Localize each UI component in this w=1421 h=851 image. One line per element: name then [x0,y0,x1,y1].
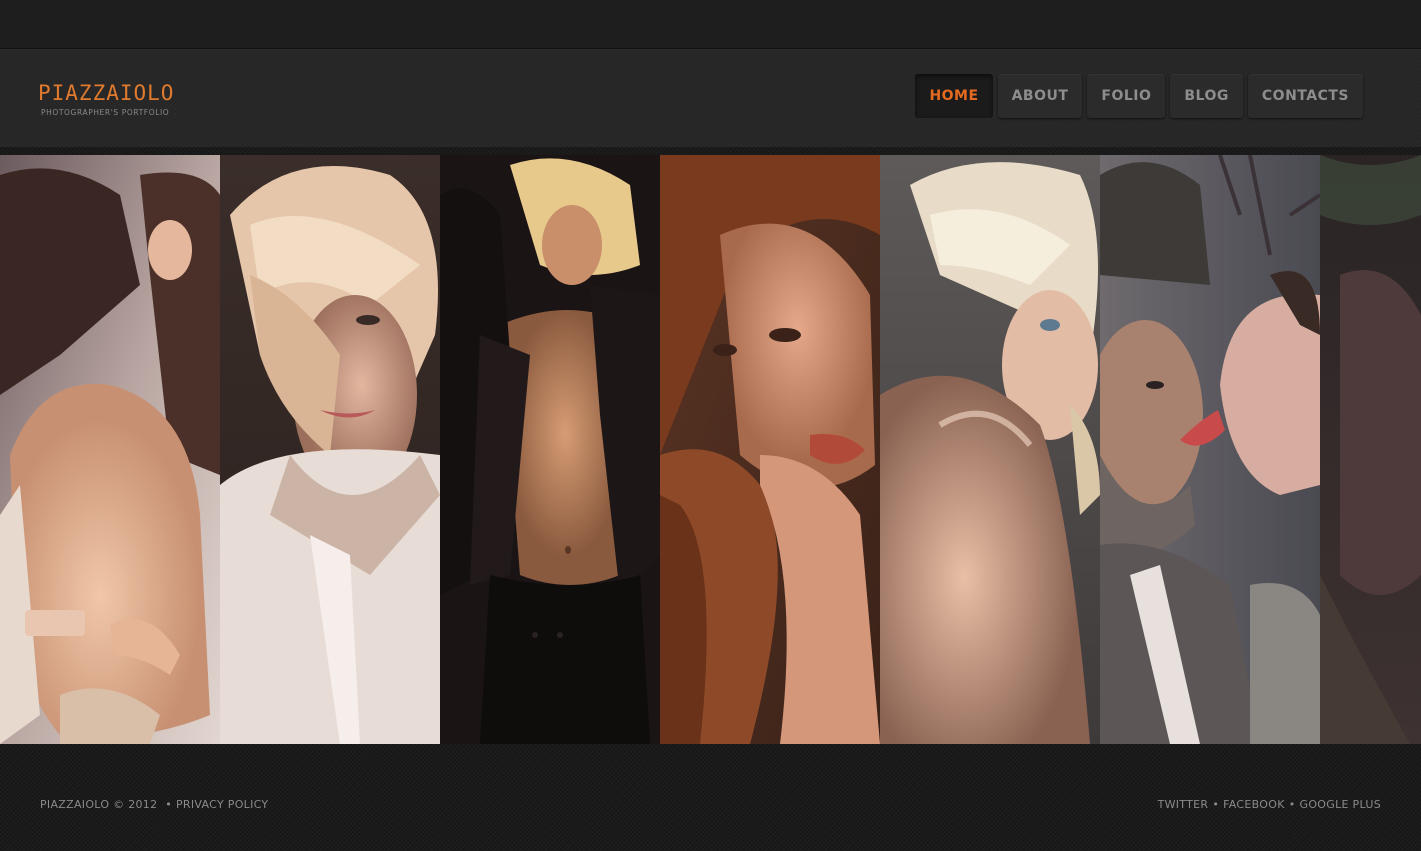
blonde-woman-portrait-photo [220,155,440,744]
nav-home[interactable]: HOME [915,74,993,118]
gallery-photo-2[interactable] [220,155,440,744]
blonde-woman-shoulder-photo [880,155,1100,744]
logo-subtitle: PHOTOGRAPHER'S PORTFOLIO [41,108,170,117]
site-logo[interactable]: PIAZZAIOLO PHOTOGRAPHER'S PORTFOLIO [38,81,174,117]
site-header: PIAZZAIOLO PHOTOGRAPHER'S PORTFOLIO HOME… [0,49,1421,147]
gallery-photo-4[interactable] [660,155,880,744]
twitter-link[interactable]: TWITTER [1158,798,1209,811]
facebook-link[interactable]: FACEBOOK [1223,798,1285,811]
footer-copyright-year: © 2012 [113,798,158,811]
nav-blog[interactable]: BLOG [1170,74,1243,118]
logo-title: PIAZZAIOLO [38,81,175,105]
gallery-photo-6[interactable] [1100,155,1320,744]
footer-bullet: • [1288,798,1296,811]
blonde-woman-black-jacket-photo [440,155,660,744]
gallery-photo-7[interactable] [1320,155,1421,744]
main-nav: HOME ABOUT FOLIO BLOG CONTACTS [915,74,1363,118]
site-footer: PIAZZAIOLO © 2012 • PRIVACY POLICY TWITTE… [0,752,1421,851]
google-plus-link[interactable]: GOOGLE PLUS [1300,798,1382,811]
nav-folio[interactable]: FOLIO [1087,74,1166,118]
couple-man-woman-photo [1100,155,1320,744]
top-strip [0,0,1421,49]
footer-bullet: • [1212,798,1220,811]
auburn-hair-woman-portrait-photo [660,155,880,744]
nav-contacts[interactable]: CONTACTS [1247,74,1363,118]
footer-bullet: • [165,798,172,811]
gallery-photo-3[interactable] [440,155,660,744]
footer-social-links: TWITTER • FACEBOOK • GOOGLE PLUS [1158,798,1381,811]
nav-about[interactable]: ABOUT [997,74,1083,118]
privacy-policy-link[interactable]: PRIVACY POLICY [176,798,268,811]
dark-partial-photo [1320,155,1421,744]
gallery-photo-5[interactable] [880,155,1100,744]
footer-brand: PIAZZAIOLO [40,798,110,811]
couple-embrace-photo [0,155,220,744]
photo-gallery [0,155,1421,744]
gallery-photo-1[interactable] [0,155,220,744]
footer-copyright: PIAZZAIOLO © 2012 • PRIVACY POLICY [40,798,268,811]
